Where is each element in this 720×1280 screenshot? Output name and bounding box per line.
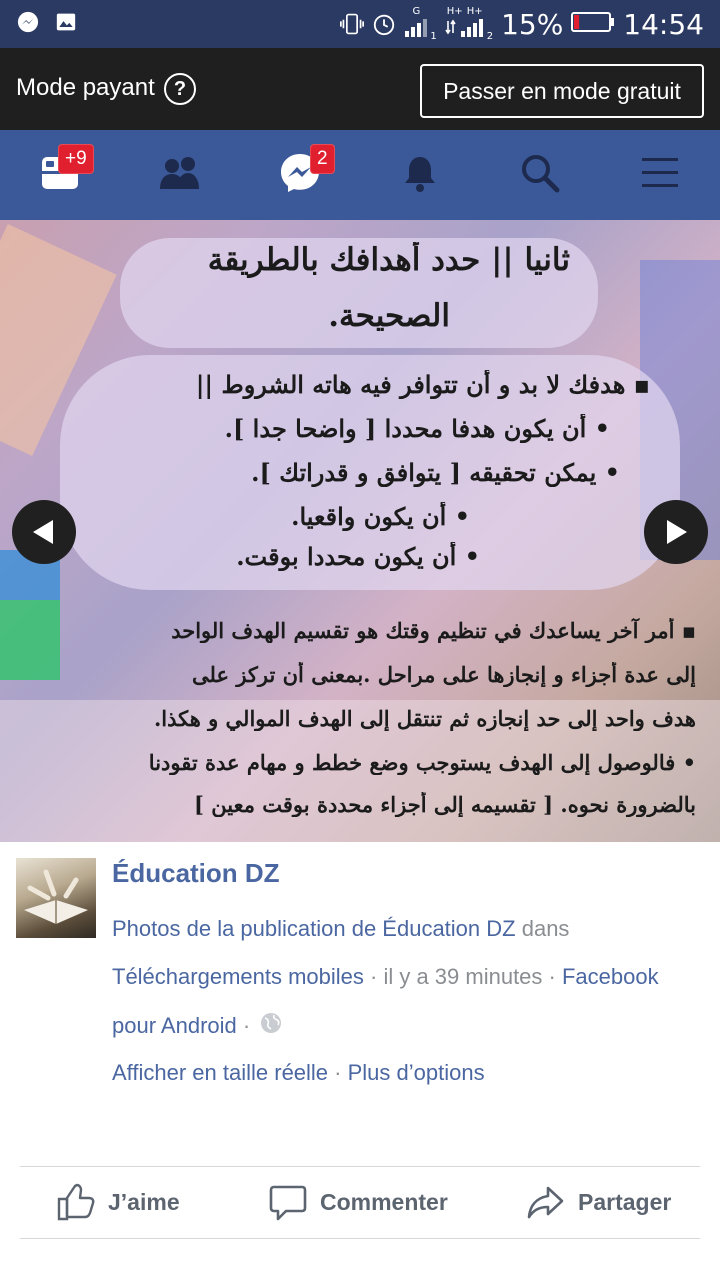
nav-menu[interactable]	[600, 130, 720, 220]
like-button[interactable]: J’aime	[56, 1170, 180, 1234]
separator: ·	[236, 1013, 257, 1038]
vibrate-icon	[340, 12, 365, 36]
battery-icon	[571, 11, 615, 38]
battery-percent: 15%	[501, 7, 564, 41]
globe-icon	[260, 1012, 282, 1040]
comment-button[interactable]: Commenter	[268, 1170, 448, 1234]
alarm-icon	[372, 12, 396, 36]
post-info-line: Photos de la publication de Éducation DZ…	[112, 916, 569, 942]
sim1-label: 1	[430, 30, 437, 42]
nav-friends[interactable]	[120, 130, 240, 220]
search-icon	[520, 153, 560, 198]
comment-label: Commenter	[320, 1188, 448, 1215]
menu-icon	[641, 156, 679, 195]
network-type-label: H+	[446, 5, 463, 17]
publication-photos-link[interactable]: Photos de la publication de Éducation DZ	[112, 916, 516, 941]
top-navigation-bar: +9 2	[0, 130, 720, 220]
arrow-right-icon	[667, 520, 687, 544]
photo-text-line: • أن يكون هدفا محددا [ واضحا جدا ].	[224, 414, 610, 443]
next-photo-button[interactable]	[644, 500, 708, 564]
photo-text-line: ▪ أمر آخر يساعدك في تنظيم وقتك هو تقسيم …	[171, 618, 696, 643]
sim2-label: 2	[486, 30, 494, 42]
view-full-size-link[interactable]: Afficher en taille réelle	[112, 1060, 328, 1085]
post-info-line: Téléchargements mobiles · il y a 39 minu…	[112, 964, 659, 990]
share-label: Partager	[578, 1188, 672, 1215]
facebook-android-link[interactable]: pour Android	[112, 1013, 237, 1039]
previous-photo-button[interactable]	[12, 500, 76, 564]
arrow-left-icon	[33, 520, 53, 544]
friends-icon	[158, 155, 202, 196]
help-icon[interactable]: ?	[164, 73, 196, 105]
separator: ·	[328, 1060, 348, 1085]
divider	[20, 1238, 700, 1239]
photo-text-line: بالضرورة نحوه. [ تقسيمه إلى أجزاء محددة …	[194, 792, 696, 817]
nav-messenger[interactable]: 2	[240, 130, 360, 220]
nav-search[interactable]	[480, 130, 600, 220]
photo-text-line: الصحيحة.	[328, 298, 450, 334]
photo-text-line: • فالوصول إلى الهدف يستوجب وضع خطط و مها…	[148, 750, 696, 775]
share-arrow-icon	[527, 1186, 564, 1219]
like-label: J’aime	[108, 1188, 180, 1215]
paid-mode-label: Mode payant	[16, 74, 155, 101]
open-book-icon	[24, 869, 88, 924]
post-photo[interactable]: ثانيا || حدد أهدافك بالطريقة الصحيحة. ▪ …	[0, 220, 720, 842]
signal-sim1-icon	[404, 17, 428, 42]
comment-bubble-icon	[269, 1185, 307, 1221]
post-info-line: Afficher en taille réelle · Plus d’optio…	[112, 1060, 485, 1086]
photo-text-line: • يمكن تحقيقه [ يتوافق و قدراتك ].	[251, 458, 620, 487]
notifications-bell-icon	[401, 153, 439, 198]
divider	[20, 1166, 700, 1167]
news-feed-badge: +9	[58, 144, 94, 174]
gallery-notification-icon	[54, 10, 78, 34]
nav-notifications[interactable]	[360, 130, 480, 220]
photo-text-line: ▪ هدفك لا بد و أن تتوافر فيه هاته الشروط…	[195, 370, 650, 399]
page-avatar[interactable]	[16, 858, 96, 938]
post-info-text: dans	[515, 916, 570, 941]
photo-text-line: إلى عدة أجزاء و إنجازها على مراحل .بمعنى…	[192, 662, 696, 687]
network-type-label: G	[412, 5, 421, 17]
facebook-android-link[interactable]: Facebook	[562, 964, 659, 989]
photo-text-line: هدف واحد إلى حد إنجازه ثم تنتقل إلى الهد…	[153, 706, 696, 731]
post-info-line: pour Android ·	[112, 1012, 282, 1040]
messenger-notification-icon	[16, 10, 40, 34]
clock: 14:54	[623, 7, 704, 41]
page-name-link[interactable]: Éducation DZ	[112, 858, 280, 889]
photo-text-line: ثانيا || حدد أهدافك بالطريقة	[207, 242, 570, 278]
nav-news-feed[interactable]: +9	[0, 130, 120, 220]
more-options-link[interactable]: Plus d’options	[348, 1060, 485, 1085]
share-button[interactable]: Partager	[526, 1170, 671, 1234]
status-bar: G 1 H+ H+ 2 15% 14:54	[0, 0, 720, 48]
post-timestamp: · il y a 39 minutes ·	[363, 964, 562, 989]
mobile-uploads-link[interactable]: Téléchargements mobiles	[112, 964, 364, 989]
signal-sim2-icon	[445, 17, 485, 42]
network-type-label: H+	[466, 5, 483, 17]
switch-to-free-mode-button[interactable]: Passer en mode gratuit	[420, 64, 704, 118]
thumbs-up-icon	[57, 1183, 95, 1221]
messenger-badge: 2	[310, 144, 335, 174]
